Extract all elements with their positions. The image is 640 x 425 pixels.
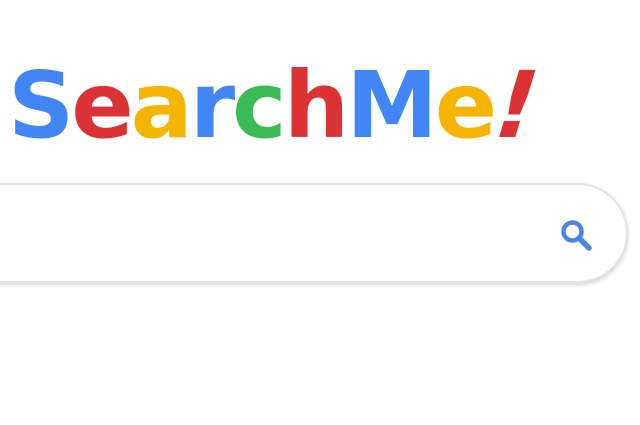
logo-letter: e	[71, 52, 133, 159]
search-icon	[561, 220, 592, 251]
logo-letter: a	[130, 52, 193, 159]
logo-letter: r	[189, 52, 235, 159]
logo-letter: M	[346, 52, 438, 159]
logo-letter: h	[283, 52, 349, 159]
logo-letter: e	[434, 52, 497, 159]
logo-letter: !	[490, 52, 541, 159]
searchme-logo: S e a r c h M e !	[8, 52, 541, 159]
search-input[interactable]	[12, 209, 486, 261]
logo-letter: S	[8, 52, 74, 159]
logo-letter: c	[232, 52, 287, 159]
search-bar[interactable]	[0, 183, 628, 283]
search-home-page: S e a r c h M e !	[0, 0, 640, 425]
search-button[interactable]	[556, 215, 596, 255]
